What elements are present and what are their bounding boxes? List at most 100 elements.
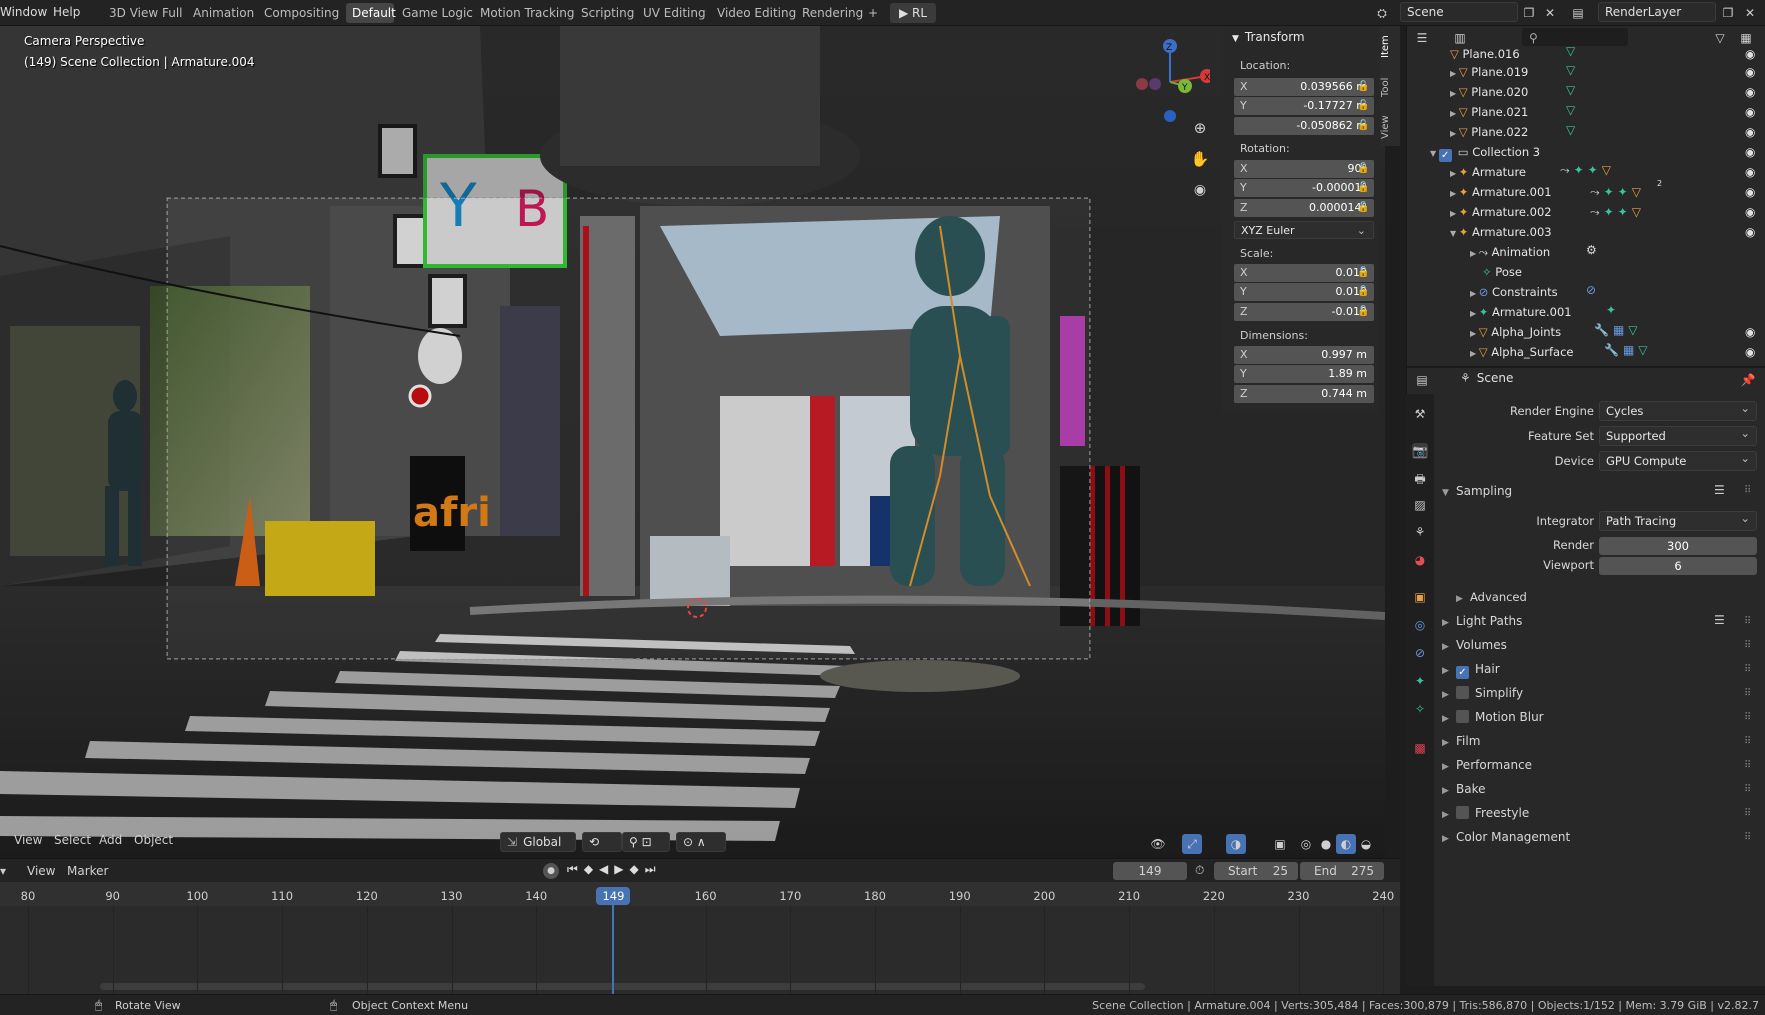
- menu-add[interactable]: Add: [99, 833, 122, 847]
- tab-item[interactable]: Item: [1380, 30, 1400, 64]
- delete-scene-icon[interactable]: ✕: [1540, 3, 1560, 23]
- jump-start-icon[interactable]: ⏮: [567, 862, 584, 876]
- presets-list-icon[interactable]: ☰: [1714, 483, 1725, 497]
- outliner-item-collection-3[interactable]: ▼ ✓ ▭ Collection 3: [1430, 142, 1540, 162]
- prev-keyframe-icon[interactable]: ◆: [584, 862, 599, 876]
- visibility-icon[interactable]: 👁: [1148, 834, 1168, 854]
- outliner-item-animation[interactable]: ▶ ⤳ Animation: [1470, 242, 1550, 262]
- tab-view[interactable]: View: [1380, 110, 1400, 144]
- expand-arrow-icon[interactable]: ▶: [1470, 329, 1479, 338]
- outliner-item-armature-001[interactable]: ▶ ✦ Armature.001: [1450, 182, 1552, 202]
- dimensions-x-field[interactable]: X 0.997 m: [1234, 346, 1374, 364]
- view-layer-icon[interactable]: ▨: [1412, 497, 1428, 513]
- visibility-eye-icon[interactable]: ◉: [1745, 125, 1755, 139]
- visibility-eye-icon[interactable]: ◉: [1745, 325, 1755, 339]
- tab-compositing[interactable]: Compositing: [258, 3, 342, 23]
- constraints-icon[interactable]: ⊘: [1412, 645, 1428, 661]
- visibility-eye-icon[interactable]: ◉: [1745, 145, 1755, 159]
- lock-icon[interactable]: 🔓: [1357, 306, 1369, 318]
- rendered-shading-icon[interactable]: ◒: [1356, 834, 1376, 854]
- section-sampling[interactable]: ▼ Sampling: [1442, 484, 1512, 498]
- scene-browse-icon[interactable]: ⛭: [1372, 3, 1392, 23]
- tool-icon[interactable]: ⚒: [1412, 406, 1428, 422]
- drag-handle-icon[interactable]: ⠿: [1744, 664, 1751, 675]
- expand-arrow-icon[interactable]: ▶: [1470, 309, 1479, 318]
- outliner-item-alpha-surface[interactable]: ▶ ▽ Alpha_Surface: [1470, 342, 1573, 362]
- outliner-item-constraints[interactable]: ▶ ⊘ Constraints: [1470, 282, 1558, 302]
- rotation-mode-dropdown[interactable]: XYZ Euler ⌄: [1234, 221, 1374, 239]
- gizmo-toggle-icon[interactable]: ⤢: [1182, 834, 1202, 854]
- timeline-menu-view[interactable]: View: [27, 864, 55, 878]
- outliner-item-armature-003[interactable]: ▼ ✦ Armature.003: [1450, 222, 1552, 242]
- material-shading-icon[interactable]: ◐: [1336, 834, 1356, 854]
- bone-icon[interactable]: ✧: [1412, 701, 1428, 717]
- expand-arrow-icon[interactable]: ▶: [1450, 209, 1459, 218]
- section-advanced[interactable]: ▶ Advanced: [1456, 590, 1527, 604]
- pivot-point-dropdown[interactable]: ⟲: [582, 832, 622, 852]
- tab-tool[interactable]: Tool: [1380, 70, 1400, 104]
- visibility-eye-icon[interactable]: ◉: [1745, 345, 1755, 359]
- drag-handle-icon[interactable]: ⠿: [1744, 736, 1751, 747]
- section-hair[interactable]: ▶ ✓ Hair: [1442, 662, 1500, 679]
- section-color-management[interactable]: ▶ Color Management: [1442, 830, 1570, 844]
- rotation-x-field[interactable]: X 90°: [1234, 160, 1374, 178]
- drag-handle-icon[interactable]: ⠿: [1744, 485, 1751, 496]
- location-z-field[interactable]: -0.050862 m: [1234, 117, 1374, 135]
- drag-handle-icon[interactable]: ⠿: [1744, 832, 1751, 843]
- outliner-item-plane-020[interactable]: ▶ ▽ Plane.020: [1450, 82, 1528, 102]
- lock-icon[interactable]: 🔓: [1357, 163, 1369, 175]
- play-reverse-icon[interactable]: ◀: [599, 862, 614, 876]
- motion-blur-checkbox[interactable]: [1456, 710, 1469, 723]
- texture-icon[interactable]: ▩: [1412, 740, 1428, 756]
- tab-game-logic[interactable]: Game Logic: [396, 3, 473, 23]
- solid-shading-icon[interactable]: ●: [1316, 834, 1336, 854]
- viewport-samples-field[interactable]: 6: [1599, 557, 1757, 575]
- render-engine-dropdown[interactable]: Cycles: [1599, 399, 1757, 421]
- drag-handle-icon[interactable]: ⠿: [1744, 688, 1751, 699]
- visibility-eye-icon[interactable]: ◉: [1745, 225, 1755, 239]
- editor-type-icon[interactable]: ▤: [1412, 370, 1432, 390]
- lock-icon[interactable]: 🔓: [1357, 81, 1369, 93]
- drag-handle-icon[interactable]: ⠿: [1744, 760, 1751, 771]
- start-frame-field[interactable]: Start 25: [1214, 862, 1298, 880]
- section-light-paths[interactable]: ▶ Light Paths: [1442, 614, 1522, 628]
- section-simplify[interactable]: ▶ Simplify: [1442, 686, 1523, 700]
- new-scene-icon[interactable]: ❐: [1519, 3, 1539, 23]
- rotation-z-field[interactable]: Z 0.000014°: [1234, 199, 1374, 217]
- new-renderlayer-icon[interactable]: ❐: [1718, 3, 1738, 23]
- filter-icon[interactable]: ▽: [1710, 28, 1730, 48]
- outliner-item-plane-021[interactable]: ▶ ▽ Plane.021: [1450, 102, 1528, 122]
- lock-icon[interactable]: 🔓: [1357, 286, 1369, 298]
- tab-scripting[interactable]: Scripting: [575, 3, 634, 23]
- expand-arrow-icon[interactable]: ▶: [1470, 349, 1479, 358]
- visibility-eye-icon[interactable]: ◉: [1745, 165, 1755, 179]
- tab-motion-tracking[interactable]: Motion Tracking: [474, 3, 574, 23]
- display-mode-icon[interactable]: ☰: [1412, 28, 1432, 48]
- collapse-arrow-icon[interactable]: ▼: [1430, 149, 1439, 158]
- dimensions-z-field[interactable]: Z 0.744 m: [1234, 385, 1374, 403]
- zoom-icon[interactable]: ⊕: [1190, 118, 1210, 138]
- render-samples-field[interactable]: 300: [1599, 537, 1757, 555]
- new-collection-icon[interactable]: ▦: [1736, 28, 1756, 48]
- timeline-area[interactable]: [0, 906, 1400, 994]
- transform-header[interactable]: ▼ Transform: [1232, 30, 1305, 44]
- proportional-edit-dropdown[interactable]: ⊙ ∧: [676, 832, 726, 852]
- outliner-item-plane-019[interactable]: ▶ ▽ Plane.019: [1450, 62, 1528, 82]
- outliner-item-armature[interactable]: ▶ ✦ Armature: [1450, 162, 1526, 182]
- pin-icon[interactable]: 📌: [1738, 370, 1758, 390]
- drag-handle-icon[interactable]: ⠿: [1744, 808, 1751, 819]
- timeline-menu-marker[interactable]: Marker: [67, 864, 108, 878]
- section-performance[interactable]: ▶ Performance: [1442, 758, 1532, 772]
- scale-y-field[interactable]: Y 0.010: [1234, 283, 1374, 301]
- expand-arrow-icon[interactable]: ▶: [1470, 289, 1479, 298]
- lock-icon[interactable]: 🔓: [1357, 267, 1369, 279]
- drag-handle-icon[interactable]: ⠿: [1744, 712, 1751, 723]
- visibility-eye-icon[interactable]: ◉: [1745, 65, 1755, 79]
- lock-icon[interactable]: 🔓: [1357, 100, 1369, 112]
- outliner-item-plane-016[interactable]: ▽ Plane.016: [1450, 44, 1520, 64]
- expand-arrow-icon[interactable]: ▶: [1450, 169, 1459, 178]
- scene-field[interactable]: Scene: [1400, 2, 1518, 22]
- overlay-toggle-icon[interactable]: ◑: [1226, 834, 1246, 854]
- world-icon[interactable]: ◕: [1412, 552, 1428, 568]
- object-icon[interactable]: ▣: [1412, 589, 1428, 605]
